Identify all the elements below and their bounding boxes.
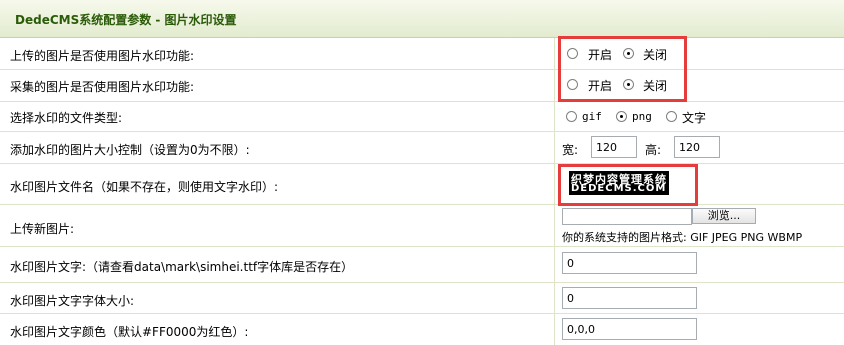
row-label: 上传的图片是否使用图片水印功能: [10,49,195,63]
row-watermark-color: 水印图片文字颜色（默认#FF0000为红色）: 0,0,0 [0,314,844,345]
watermark-text-input[interactable]: 0 [562,252,697,274]
browse-button[interactable]: 浏览... [692,208,756,224]
height-label: 高: [645,143,662,157]
row-watermark-text: 水印图片文字:（请查看data\mark\simhei.ttf字体库是否存在） … [0,247,844,283]
row-label: 选择水印的文件类型: [10,111,123,125]
row-watermark-file: 水印图片文件名（如果不存在，则使用文字水印）: [0,164,844,205]
height-input[interactable]: 120 [674,136,720,158]
width-label: 宽: [562,143,579,157]
row-upload-new-image: 上传新图片: 浏览... 你的系统支持的图片格式: GIF JPEG PNG W… [0,205,844,247]
radio-type-text-label: 文字 [682,111,707,125]
row-label: 添加水印的图片大小控制（设置为0为不限）: [10,143,250,157]
row-watermark-font-size: 水印图片文字字体大小: 0 [0,283,844,314]
highlight-box-watermark [558,164,698,206]
font-color-input[interactable]: 0,0,0 [562,318,697,340]
radio-type-png-label: png [632,110,652,123]
row-label: 水印图片文字颜色（默认#FF0000为红色）: [10,325,249,339]
radio-type-text[interactable] [666,111,677,122]
width-input[interactable]: 120 [591,136,637,158]
radio-type-png[interactable] [616,111,627,122]
panel-title: DedeCMS系统配置参数 - 图片水印设置 [15,13,237,27]
font-size-input[interactable]: 0 [562,287,697,309]
row-collect-watermark: 采集的图片是否使用图片水印功能: 开启 关闭 [0,70,844,102]
highlight-box-radios [558,36,687,102]
row-label: 水印图片文字:（请查看data\mark\simhei.ttf字体库是否存在） [10,260,354,274]
row-size-control: 添加水印的图片大小控制（设置为0为不限）: 宽: 120 高: 120 [0,132,844,164]
radio-type-gif-label: gif [582,110,602,123]
row-label: 上传新图片: [10,222,75,236]
row-label: 水印图片文件名（如果不存在，则使用文字水印）: [10,180,279,194]
panel-header: DedeCMS系统配置参数 - 图片水印设置 [0,0,844,38]
supported-formats-text: 你的系统支持的图片格式: GIF JPEG PNG WBMP [562,231,803,244]
row-upload-watermark: 上传的图片是否使用图片水印功能: 开启 关闭 [0,38,844,70]
row-label: 采集的图片是否使用图片水印功能: [10,80,195,94]
file-path-input[interactable] [562,208,692,225]
row-watermark-type: 选择水印的文件类型: gif png 文字 [0,102,844,132]
radio-type-gif[interactable] [566,111,577,122]
row-label: 水印图片文字字体大小: [10,294,135,308]
